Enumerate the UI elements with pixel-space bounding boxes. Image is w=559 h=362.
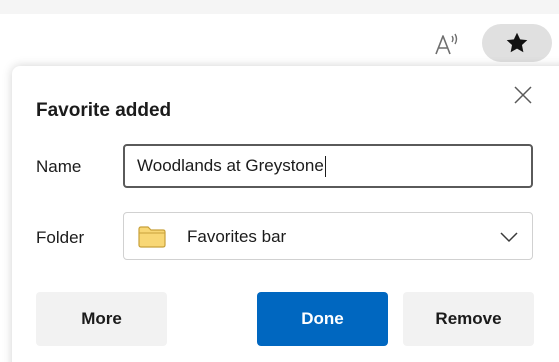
browser-window: Favorite added Name Woodlands at Greysto…: [0, 0, 559, 362]
name-input[interactable]: Woodlands at Greystone: [123, 144, 533, 188]
more-button[interactable]: More: [36, 292, 167, 346]
tab-strip: [0, 0, 559, 14]
browser-toolbar: [0, 14, 559, 66]
done-button[interactable]: Done: [257, 292, 388, 346]
chevron-down-icon: [500, 232, 518, 243]
remove-button[interactable]: Remove: [403, 292, 534, 346]
name-label: Name: [36, 157, 82, 176]
name-input-value: Woodlands at Greystone: [137, 156, 324, 175]
folder-label: Folder: [36, 228, 85, 247]
folder-selected-value: Favorites bar: [187, 227, 287, 246]
favorite-star-button[interactable]: [482, 24, 552, 62]
close-button[interactable]: [510, 82, 536, 108]
folder-icon: [138, 226, 166, 248]
close-icon: [514, 86, 532, 104]
dialog-title: Favorite added: [36, 100, 172, 121]
read-aloud-icon: [435, 33, 458, 55]
read-aloud-button[interactable]: [430, 30, 466, 60]
star-filled-icon: [506, 32, 528, 53]
text-caret: [324, 155, 326, 177]
folder-dropdown[interactable]: Favorites bar: [123, 212, 533, 260]
